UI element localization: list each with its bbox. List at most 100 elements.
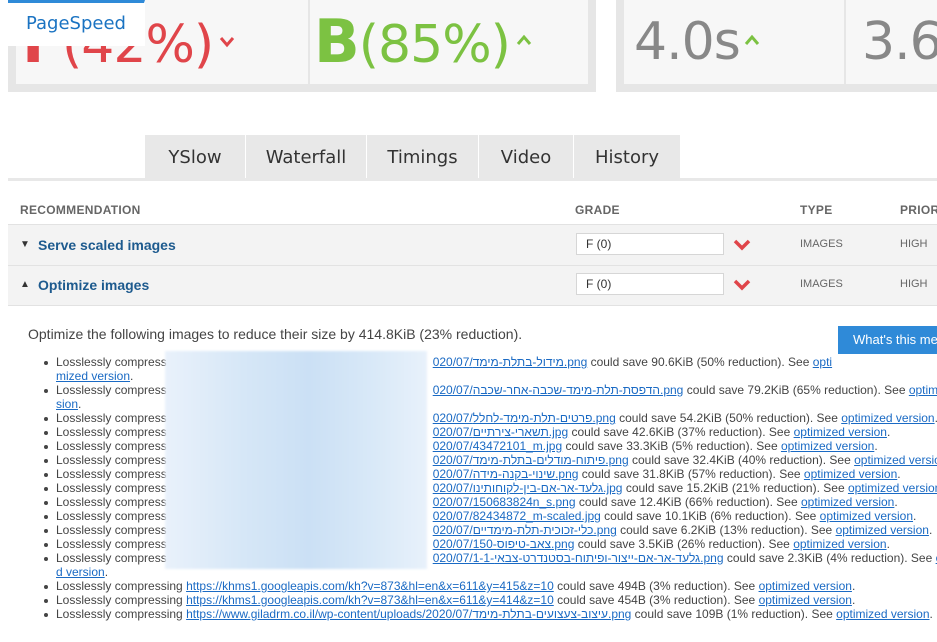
- header-type: TYPE: [800, 203, 833, 217]
- optimized-version-link-continued[interactable]: d version: [56, 565, 105, 579]
- savings-text: could save 3.5KiB (26% reduction). See: [574, 537, 794, 551]
- compress-label: Losslessly compress: [56, 509, 167, 523]
- list-item: Losslessly compressing https://www.gilad…: [0, 607, 937, 621]
- optimized-version-link[interactable]: optimized version: [794, 425, 887, 439]
- bullet-icon: [44, 417, 48, 421]
- redacted-url-region: [165, 351, 427, 569]
- optimized-version-link[interactable]: optimized version: [759, 593, 852, 607]
- image-url-link[interactable]: 020/07/82434872_m-scaled.jpg: [433, 509, 601, 523]
- period: .: [928, 523, 933, 537]
- savings-text: could save 32.4KiB (40% reduction). See: [628, 453, 855, 467]
- optimized-version-link[interactable]: optimized version: [854, 453, 937, 467]
- optimized-version-link[interactable]: optimized version: [820, 509, 913, 523]
- optimized-version-link[interactable]: optimized version: [759, 579, 852, 593]
- image-url-link[interactable]: 020/07/כלי-זכוכית-תלת-מימדיים.png: [433, 523, 617, 537]
- savings-text: could save 90.6KiB (50% reduction). See: [587, 355, 813, 369]
- bullet-icon: [44, 431, 48, 435]
- optimized-version-link-continued[interactable]: mized version: [56, 369, 130, 383]
- optimized-version-link[interactable]: optimized version: [793, 537, 886, 551]
- priority-value: HIGH: [900, 278, 928, 290]
- list-item: Losslessly compress 020/07/פרטים-תלת-מימד…: [0, 411, 937, 425]
- compress-label: Losslessly compressing: [56, 607, 187, 621]
- savings-text: could save 12.4KiB (66% reduction). See: [575, 495, 801, 509]
- list-item: Losslessly compress 020/07/150683824n_s.p…: [0, 495, 937, 509]
- compress-label: Losslessly compress: [56, 383, 167, 397]
- collapse-triangle-icon[interactable]: ▼: [20, 239, 30, 250]
- bullet-icon: [44, 515, 48, 519]
- whats-this-mean-button[interactable]: What's this mea: [838, 326, 937, 354]
- compress-label: Losslessly compress: [56, 439, 167, 453]
- list-item: Losslessly compress 020/07/82434872_m-sca…: [0, 509, 937, 523]
- image-url-link[interactable]: 020/07/פרטים-תלת-מימד-לחלל.png: [433, 411, 616, 425]
- bullet-icon: [44, 543, 48, 547]
- tab-underline: [8, 178, 937, 181]
- savings-text: could save 79.2KiB (65% reduction). See: [683, 383, 909, 397]
- savings-text: could save 6.2KiB (13% reduction). See: [616, 523, 836, 537]
- savings-text: could save 15.2KiB (21% reduction). See: [622, 481, 848, 495]
- down-arrow-icon: [220, 37, 235, 48]
- period: .: [78, 397, 82, 411]
- image-url-link[interactable]: 020/07/תשארי-צירתיים.jpg: [433, 425, 568, 439]
- bullet-icon: [44, 445, 48, 449]
- grade-chevron-icon: [733, 239, 751, 251]
- tab-pagespeed[interactable]: PageSpeed: [8, 0, 145, 46]
- savings-text: could save 109B (1% reduction). See: [631, 607, 837, 621]
- optimized-version-link[interactable]: optimized version: [848, 481, 937, 495]
- period: .: [874, 439, 878, 453]
- image-url-link[interactable]: https://khms1.googleapis.com/kh?v=873&hl…: [186, 593, 554, 607]
- tab-timings[interactable]: Timings: [367, 135, 479, 181]
- optimized-version-link[interactable]: optimized version: [836, 523, 929, 537]
- image-url-link[interactable]: 020/07/הדפסת-תלת-מימד-שכבה-אחר-שכבה.png: [433, 383, 684, 397]
- image-url-link[interactable]: https://www.giladrm.co.il/wp-content/upl…: [186, 607, 631, 621]
- bullet-icon: [44, 599, 48, 603]
- grade-chevron-icon: [733, 279, 751, 291]
- period: .: [886, 537, 890, 551]
- bullet-icon: [44, 473, 48, 477]
- type-value: IMAGES: [800, 278, 843, 290]
- list-item: Losslessly compress 020/07/פיתוח-מודלים-ב…: [0, 453, 937, 467]
- optimized-version-link[interactable]: optimized version: [804, 467, 897, 481]
- savings-text: could save 454B (3% reduction). See: [553, 593, 759, 607]
- compress-label: Losslessly compress: [56, 523, 167, 537]
- expand-triangle-icon[interactable]: ▲: [20, 279, 30, 290]
- timing-scores-panel: 4.0s 3.6: [616, 0, 937, 92]
- image-url-link[interactable]: 020/07/43472101_m.jpg: [433, 439, 562, 453]
- image-url-link[interactable]: https://khms1.googleapis.com/kh?v=873&hl…: [186, 579, 554, 593]
- period: .: [894, 495, 898, 509]
- period: .: [886, 425, 891, 439]
- savings-text: could save 42.6KiB (37% reduction). See: [568, 425, 794, 439]
- bullet-icon: [44, 459, 48, 463]
- savings-text: could save 494B (3% reduction). See: [553, 579, 759, 593]
- compress-label: Losslessly compress: [56, 467, 167, 481]
- tab-history[interactable]: History: [574, 135, 681, 181]
- optimized-version-link[interactable]: optimized version: [841, 411, 934, 425]
- recommendation-name[interactable]: Serve scaled images: [38, 237, 176, 253]
- tab-waterfall[interactable]: Waterfall: [246, 135, 367, 181]
- savings-text: could save 54.2KiB (50% reduction). See: [615, 411, 842, 425]
- tab-video[interactable]: Video: [479, 135, 574, 181]
- image-url-link[interactable]: 020/07/150683824n_s.png: [433, 495, 576, 509]
- period: .: [929, 607, 933, 621]
- image-url-link[interactable]: 020/07/1-1-גלעד-אר-אם-ייצור-ופיתוח-בסטנד…: [433, 551, 724, 565]
- optimized-version-link[interactable]: optimized version: [836, 607, 929, 621]
- optimized-version-link[interactable]: optimize: [909, 383, 937, 397]
- bullet-icon: [44, 361, 48, 365]
- list-item: Losslessly compress 020/07/שינוי-בקנה-מיד…: [0, 467, 937, 481]
- recommendation-name[interactable]: Optimize images: [38, 277, 149, 293]
- image-url-link[interactable]: 020/07/פיתוח-מודלים-בתלת-מימד.png: [433, 453, 629, 467]
- image-url-link[interactable]: 020/07/גלעד-אר-אם-בין-לקוחותינו.jpg: [433, 481, 623, 495]
- compress-label: Losslessly compress: [56, 453, 167, 467]
- priority-value: HIGH: [900, 238, 928, 250]
- image-url-link[interactable]: 020/07/מידול-בתלת-מימד.png: [433, 355, 588, 369]
- list-item: Losslessly compressing https://khms1.goo…: [0, 579, 937, 593]
- optimized-version-link[interactable]: optimized version: [781, 439, 874, 453]
- list-item-text: Losslessly compressing https://www.gilad…: [56, 607, 933, 621]
- optimized-version-link[interactable]: optimized version: [801, 495, 894, 509]
- period: .: [897, 467, 901, 481]
- tab-yslow[interactable]: YSlow: [145, 135, 246, 181]
- image-url-link[interactable]: 020/07/150-צאב-טיפוס.png: [433, 537, 575, 551]
- image-url-link[interactable]: 020/07/שינוי-בקנה-מידה.png: [433, 467, 579, 481]
- optimized-version-link-continued[interactable]: sion: [56, 397, 78, 411]
- list-item: Losslessly compress 020/07/תשארי-צירתיים.…: [0, 425, 937, 439]
- optimized-version-link[interactable]: opti: [813, 355, 832, 369]
